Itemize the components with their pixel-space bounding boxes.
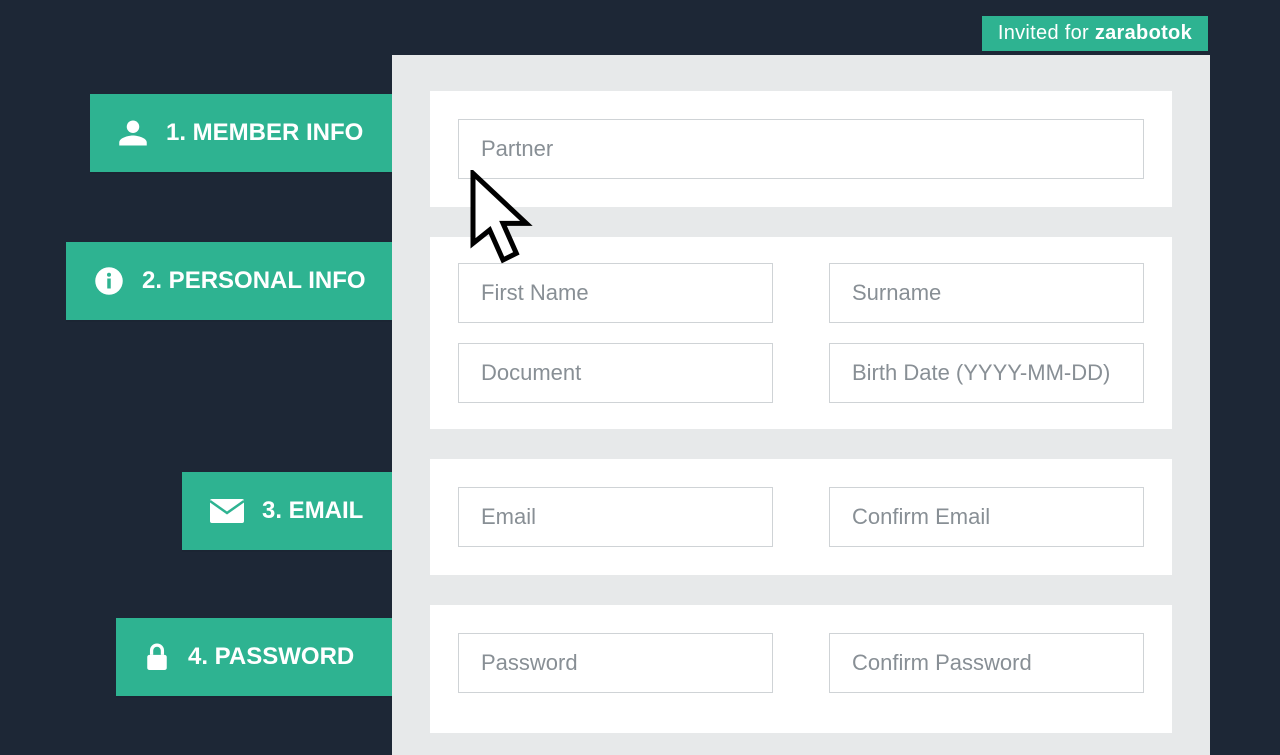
info-icon [94,266,124,296]
section-password [430,605,1172,733]
step-email[interactable]: 3. EMAIL [182,472,392,550]
form-panel [392,55,1210,755]
step-label: 1. MEMBER INFO [166,119,363,147]
step-label: 4. PASSWORD [188,643,354,671]
email-input[interactable] [458,487,773,547]
step-member-info[interactable]: 1. MEMBER INFO [90,94,392,172]
section-personal [430,237,1172,429]
first-name-input[interactable] [458,263,773,323]
mail-icon [210,499,244,523]
partner-input[interactable] [458,119,1144,179]
step-personal-info[interactable]: 2. PERSONAL INFO [66,242,392,320]
section-email [430,459,1172,575]
invited-name: zarabotok [1095,22,1192,44]
confirm-password-input[interactable] [829,633,1144,693]
step-password[interactable]: 4. PASSWORD [116,618,392,696]
step-label: 3. EMAIL [262,497,363,525]
surname-input[interactable] [829,263,1144,323]
invited-prefix: Invited for [998,22,1095,44]
birth-date-input[interactable] [829,343,1144,403]
password-input[interactable] [458,633,773,693]
user-icon [118,117,148,149]
invited-badge: Invited for zarabotok [982,16,1208,51]
document-input[interactable] [458,343,773,403]
section-member [430,91,1172,207]
lock-icon [144,641,170,673]
confirm-email-input[interactable] [829,487,1144,547]
step-label: 2. PERSONAL INFO [142,267,366,295]
